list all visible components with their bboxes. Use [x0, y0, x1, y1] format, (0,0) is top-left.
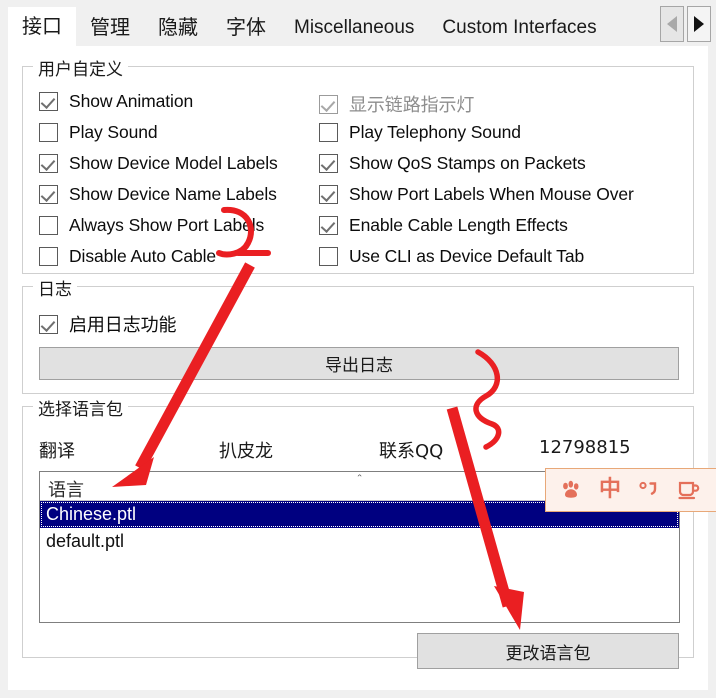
- tab-scroll-right-button[interactable]: [687, 6, 711, 42]
- checkbox-enable-log[interactable]: 启用日志功能: [39, 311, 177, 337]
- checkbox-left_options-1[interactable]: Play Sound: [39, 122, 158, 143]
- tab-scroll-left-button[interactable]: [660, 6, 684, 42]
- sort-ascending-icon: ＾: [352, 475, 367, 490]
- checkbox-box-icon: [319, 247, 338, 266]
- checkbox-box-icon: [319, 123, 338, 142]
- tab-strip: 接口 管理 隐藏 字体 Miscellaneous Custom Interfaces: [0, 0, 716, 46]
- tab-5[interactable]: Custom Interfaces: [428, 9, 611, 46]
- contact-qq-value: 12798815: [539, 437, 631, 458]
- ime-floating-toolbar[interactable]: 中: [545, 468, 716, 512]
- triangle-right-icon: [694, 16, 704, 32]
- punctuation-mode-icon[interactable]: [638, 479, 660, 501]
- export-log-button[interactable]: 导出日志: [39, 347, 679, 380]
- checkbox-box-icon: [39, 247, 58, 266]
- checkbox-left_options-5[interactable]: Disable Auto Cable: [39, 246, 216, 267]
- export-log-button-label: 导出日志: [325, 356, 393, 376]
- checkbox-box-icon: [39, 216, 58, 235]
- checkbox-box-icon: [39, 185, 58, 204]
- translator-name: 扒皮龙: [219, 441, 273, 462]
- tab-label: 隐藏: [158, 15, 198, 39]
- checkbox-right_options-4[interactable]: Enable Cable Length Effects: [319, 215, 568, 236]
- checkbox-left_options-2[interactable]: Show Device Model Labels: [39, 153, 278, 174]
- group-log: 日志 启用日志功能 导出日志: [22, 275, 694, 394]
- tab-list: 接口 管理 隐藏 字体 Miscellaneous Custom Interfaces: [8, 7, 611, 46]
- tab-4[interactable]: Miscellaneous: [280, 9, 429, 46]
- contact-qq-label: 联系QQ: [379, 441, 444, 462]
- checkbox-label: Always Show Port Labels: [69, 215, 265, 235]
- checkbox-label: Use CLI as Device Default Tab: [349, 246, 585, 266]
- checkbox-label: 启用日志功能: [69, 315, 177, 336]
- triangle-left-icon: [667, 16, 677, 32]
- group-user-customize: 用户自定义 Show Animation Play Sound Show Devic…: [22, 55, 694, 274]
- tab-1[interactable]: 管理: [76, 9, 144, 46]
- list-item[interactable]: default.ptl: [40, 528, 679, 555]
- checkbox-label: Disable Auto Cable: [69, 246, 217, 266]
- tab-3[interactable]: 字体: [212, 9, 280, 46]
- tab-label: 字体: [226, 15, 266, 39]
- checkbox-box-icon: [319, 94, 338, 114]
- checkbox-label: Enable Cable Length Effects: [349, 215, 568, 235]
- toolbox-icon[interactable]: [677, 479, 701, 501]
- tab-scroll-buttons: [660, 6, 711, 42]
- change-language-pack-button[interactable]: 更改语言包: [417, 633, 679, 669]
- group-language-pack: 选择语言包 翻译 扒皮龙 联系QQ 12798815 语言 ＾ Chinese.…: [22, 395, 694, 669]
- checkbox-box-icon: [39, 314, 58, 334]
- checkbox-box-icon: [39, 92, 58, 111]
- checkbox-left_options-4[interactable]: Always Show Port Labels: [39, 215, 264, 236]
- settings-dialog: 接口 管理 隐藏 字体 Miscellaneous Custom Interfaces 用…: [0, 0, 716, 698]
- tab-label: 管理: [90, 15, 130, 39]
- tab-label: 接口: [22, 14, 62, 38]
- checkbox-left_options-3[interactable]: Show Device Name Labels: [39, 184, 277, 205]
- translation-credits-row: 翻译 扒皮龙 联系QQ 12798815: [39, 437, 679, 463]
- checkbox-right_options-0[interactable]: 显示链路指示灯: [319, 91, 474, 117]
- checkbox-box-icon: [39, 154, 58, 173]
- checkbox-right_options-2[interactable]: Show QoS Stamps on Packets: [319, 153, 586, 174]
- checkbox-right_options-5[interactable]: Use CLI as Device Default Tab: [319, 246, 584, 267]
- checkbox-box-icon: [39, 123, 58, 142]
- checkbox-label: 显示链路指示灯: [349, 95, 475, 116]
- checkbox-right_options-1[interactable]: Play Telephony Sound: [319, 122, 521, 143]
- chinese-mode-icon[interactable]: 中: [599, 479, 621, 501]
- checkbox-label: Show QoS Stamps on Packets: [349, 153, 586, 173]
- checkbox-label: Play Telephony Sound: [349, 122, 521, 142]
- baidu-paw-icon[interactable]: [560, 479, 582, 501]
- checkbox-left_options-0[interactable]: Show Animation: [39, 91, 193, 112]
- checkbox-label: Show Device Name Labels: [69, 184, 277, 204]
- tab-0[interactable]: 接口: [8, 7, 76, 46]
- group-log-title: 日志: [33, 275, 77, 300]
- checkbox-label: Show Animation: [69, 91, 194, 111]
- checkbox-label: Show Port Labels When Mouse Over: [349, 184, 634, 204]
- group-language-pack-title: 选择语言包: [33, 395, 128, 420]
- tab-2[interactable]: 隐藏: [144, 9, 212, 46]
- checkbox-box-icon: [319, 154, 338, 173]
- checkbox-label: Play Sound: [69, 122, 158, 142]
- checkbox-box-icon: [319, 185, 338, 204]
- checkbox-right_options-3[interactable]: Show Port Labels When Mouse Over: [319, 184, 634, 205]
- tab-label: Custom Interfaces: [442, 17, 597, 38]
- group-user-customize-title: 用户自定义: [33, 55, 128, 80]
- language-list-header-label: 语言: [48, 480, 84, 501]
- translate-label: 翻译: [39, 441, 75, 462]
- change-language-pack-button-label: 更改语言包: [505, 643, 591, 664]
- checkbox-box-icon: [319, 216, 338, 235]
- tab-page-interface: 用户自定义 Show Animation Play Sound Show Devic…: [8, 46, 708, 690]
- checkbox-label: Show Device Model Labels: [69, 153, 278, 173]
- tab-label: Miscellaneous: [294, 17, 415, 38]
